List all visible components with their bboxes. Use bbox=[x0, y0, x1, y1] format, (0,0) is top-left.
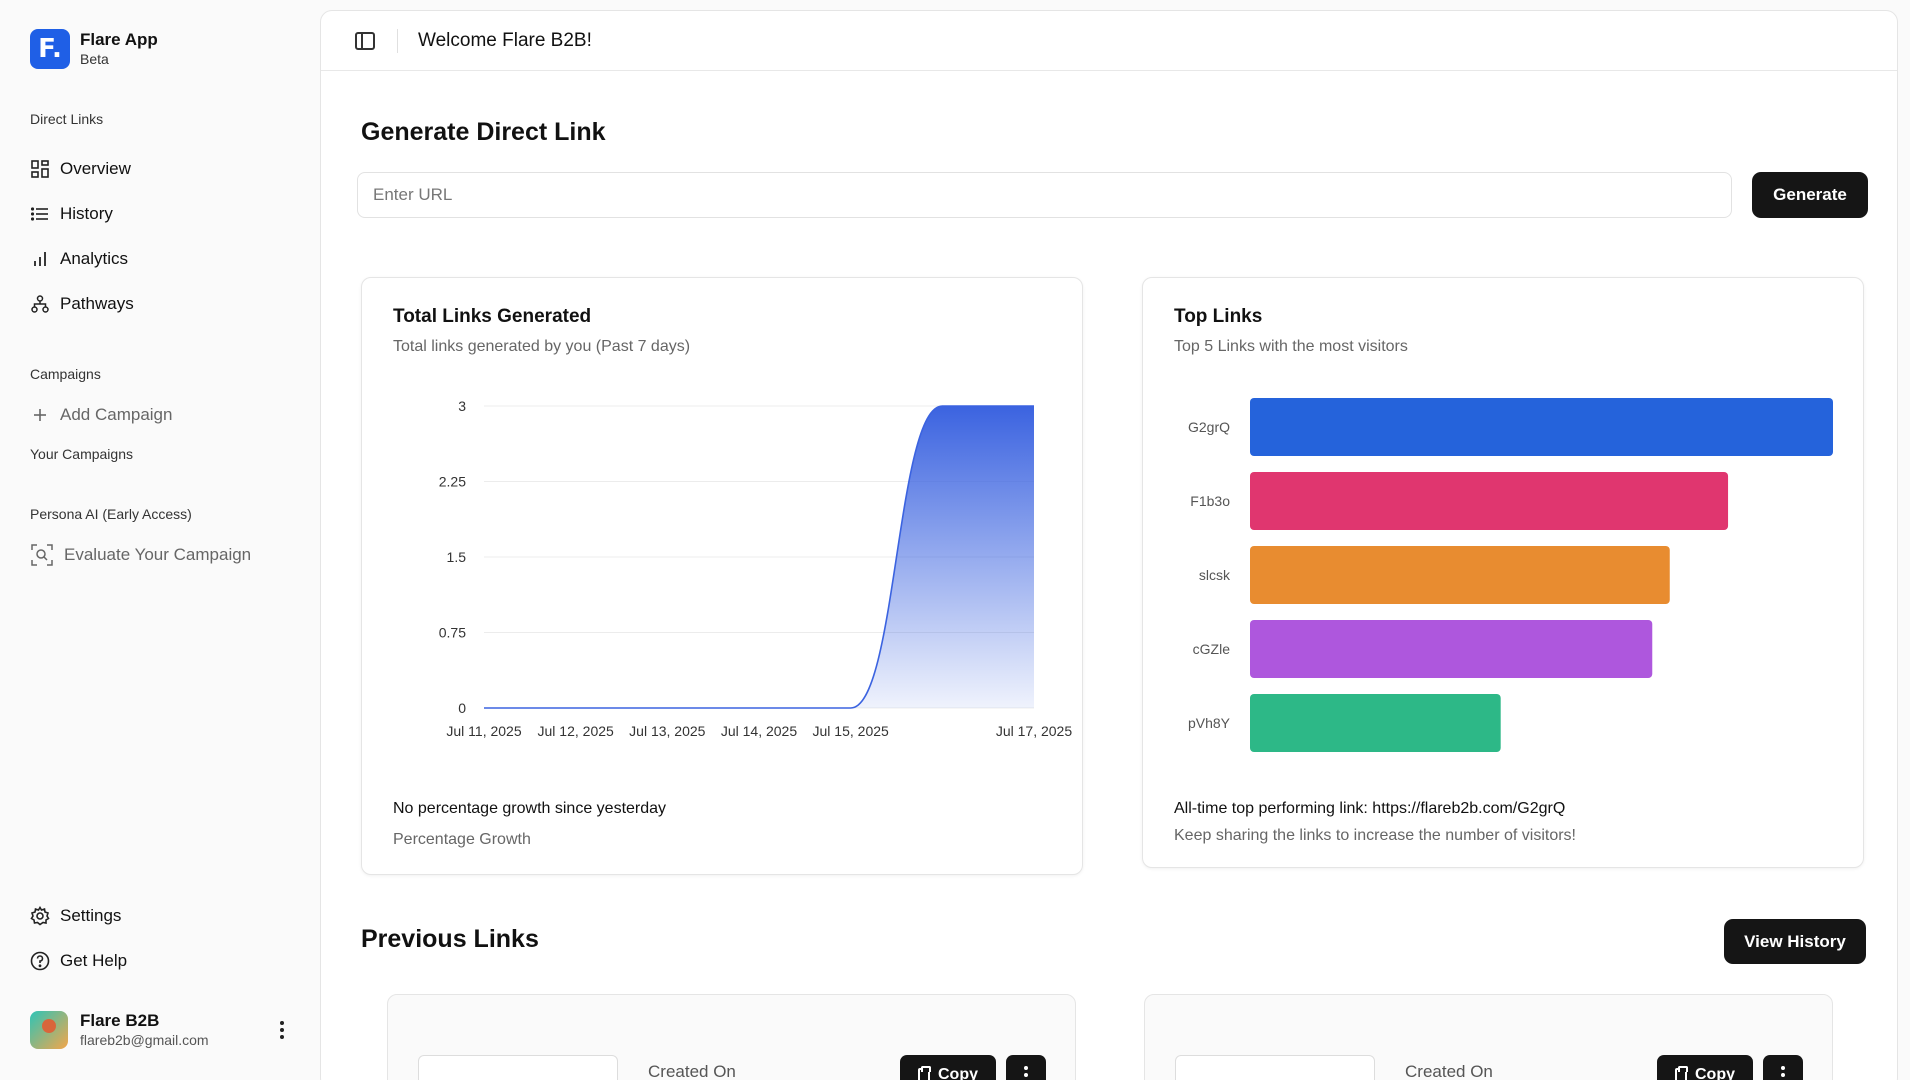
bar-label: cGZle bbox=[1193, 641, 1231, 657]
more-options-icon[interactable] bbox=[1763, 1055, 1803, 1080]
copy-button[interactable]: Copy bbox=[900, 1055, 996, 1080]
x-tick-label: Jul 11, 2025 bbox=[446, 723, 521, 738]
app-logo: F. bbox=[30, 29, 70, 69]
user-menu-icon[interactable] bbox=[272, 1021, 292, 1039]
bar-label: pVh8Y bbox=[1188, 715, 1231, 731]
sidebar-toggle-icon[interactable] bbox=[355, 31, 375, 50]
url-input[interactable] bbox=[357, 172, 1732, 218]
copy-button[interactable]: Copy bbox=[1657, 1055, 1753, 1080]
total-links-title: Total Links Generated bbox=[393, 306, 592, 327]
user-name: Flare B2B bbox=[80, 1011, 160, 1030]
sidebar-item-label: Overview bbox=[60, 159, 131, 178]
x-tick-label: Jul 14, 2025 bbox=[721, 723, 797, 738]
app-name: Flare App bbox=[80, 30, 158, 49]
x-tick-label: Jul 17, 2025 bbox=[996, 723, 1072, 738]
sidebar-item-analytics[interactable]: Analytics bbox=[30, 249, 128, 269]
avatar bbox=[30, 1011, 68, 1049]
main-panel: Welcome Flare B2B! Generate Direct Link … bbox=[320, 10, 1898, 1080]
section-direct-links: Direct Links bbox=[30, 111, 104, 127]
sidebar-item-settings[interactable]: Settings bbox=[30, 906, 121, 926]
generate-heading: Generate Direct Link bbox=[361, 118, 606, 146]
sidebar: F. Flare App Beta Direct Links Overview … bbox=[0, 0, 320, 1080]
previous-links-heading: Previous Links bbox=[361, 925, 539, 953]
bar-label: F1b3o bbox=[1190, 493, 1230, 509]
created-on-label: Created On bbox=[648, 1062, 736, 1080]
sidebar-item-label: History bbox=[60, 204, 113, 223]
y-tick-label: 0 bbox=[458, 700, 466, 716]
clipboard-icon bbox=[1675, 1065, 1688, 1080]
y-tick-label: 3 bbox=[458, 398, 466, 414]
brand[interactable]: F. Flare App Beta bbox=[30, 29, 158, 69]
sidebar-item-pathways[interactable]: Pathways bbox=[30, 294, 134, 314]
section-your-campaigns: Your Campaigns bbox=[30, 446, 133, 462]
qr-code bbox=[418, 1055, 618, 1080]
link-card: Created On Copy bbox=[387, 994, 1076, 1080]
evaluate-campaign-button[interactable]: Evaluate Your Campaign bbox=[30, 544, 252, 566]
page-title: Welcome Flare B2B! bbox=[418, 29, 592, 51]
y-tick-label: 0.75 bbox=[439, 625, 466, 641]
total-links-card: Total Links Generated Total links genera… bbox=[361, 277, 1083, 875]
help-circle-icon bbox=[30, 951, 50, 971]
list-icon bbox=[30, 204, 50, 224]
top-links-chart: G2grQ F1b3o slcsk cGZle pVh8Y bbox=[1188, 398, 1833, 752]
view-history-button[interactable]: View History bbox=[1724, 919, 1866, 964]
bar-label: slcsk bbox=[1199, 567, 1231, 583]
sidebar-item-help[interactable]: Get Help bbox=[30, 951, 127, 971]
add-campaign-button[interactable]: Add Campaign bbox=[30, 405, 172, 425]
bar-label: G2grQ bbox=[1188, 419, 1230, 435]
bar[interactable] bbox=[1250, 546, 1670, 604]
add-campaign-label: Add Campaign bbox=[60, 405, 173, 424]
user-profile[interactable]: Flare B2B flareb2b@gmail.com bbox=[30, 1011, 292, 1049]
top-links-card: Top Links Top 5 Links with the most visi… bbox=[1142, 277, 1864, 868]
sitemap-icon bbox=[30, 294, 50, 314]
top-links-subtitle: Top 5 Links with the most visitors bbox=[1174, 338, 1408, 355]
bar[interactable] bbox=[1250, 398, 1833, 456]
generate-button[interactable]: Generate bbox=[1752, 172, 1868, 218]
created-on-label: Created On bbox=[1405, 1062, 1493, 1080]
plus-icon bbox=[30, 405, 50, 425]
sidebar-item-label: Settings bbox=[60, 906, 122, 925]
growth-label: Percentage Growth bbox=[393, 831, 531, 848]
copy-label: Copy bbox=[1695, 1066, 1735, 1080]
top-links-title: Top Links bbox=[1174, 306, 1263, 327]
growth-text: No percentage growth since yesterday bbox=[393, 800, 667, 817]
x-tick-label: Jul 15, 2025 bbox=[813, 723, 889, 738]
y-tick-label: 1.5 bbox=[447, 549, 467, 565]
clipboard-icon bbox=[918, 1065, 931, 1080]
topbar: Welcome Flare B2B! bbox=[321, 11, 1897, 71]
top-link-text: All-time top performing link: https://fl… bbox=[1174, 800, 1566, 817]
grid-icon bbox=[30, 159, 50, 179]
bar[interactable] bbox=[1250, 694, 1501, 752]
sidebar-item-label: Pathways bbox=[60, 294, 134, 313]
sidebar-item-label: Get Help bbox=[60, 951, 128, 970]
bar[interactable] bbox=[1250, 620, 1653, 678]
x-tick-label: Jul 13, 2025 bbox=[629, 723, 705, 738]
user-email: flareb2b@gmail.com bbox=[80, 1032, 209, 1048]
section-campaigns: Campaigns bbox=[30, 366, 101, 382]
y-tick-label: 2.25 bbox=[439, 474, 466, 490]
scan-search-icon bbox=[30, 544, 54, 566]
gear-icon bbox=[30, 906, 50, 926]
total-links-chart: 0 0.75 1.5 2.25 3 Jul 11, 2025 Jul 12, 2025 Jul… bbox=[439, 398, 1073, 738]
app-badge: Beta bbox=[80, 51, 109, 67]
link-card: Created On Copy bbox=[1144, 994, 1833, 1080]
copy-label: Copy bbox=[938, 1066, 978, 1080]
sidebar-item-history[interactable]: History bbox=[30, 204, 113, 224]
more-options-icon[interactable] bbox=[1006, 1055, 1046, 1080]
bar-chart-icon bbox=[30, 249, 50, 269]
evaluate-campaign-label: Evaluate Your Campaign bbox=[64, 545, 252, 564]
total-links-subtitle: Total links generated by you (Past 7 day… bbox=[393, 338, 691, 355]
top-link-hint: Keep sharing the links to increase the n… bbox=[1174, 827, 1576, 844]
sidebar-item-overview[interactable]: Overview bbox=[30, 159, 131, 179]
qr-code bbox=[1175, 1055, 1375, 1080]
x-tick-label: Jul 12, 2025 bbox=[538, 723, 614, 738]
sidebar-item-label: Analytics bbox=[60, 249, 129, 268]
bar[interactable] bbox=[1250, 472, 1729, 530]
section-persona-ai: Persona AI (Early Access) bbox=[30, 506, 192, 522]
